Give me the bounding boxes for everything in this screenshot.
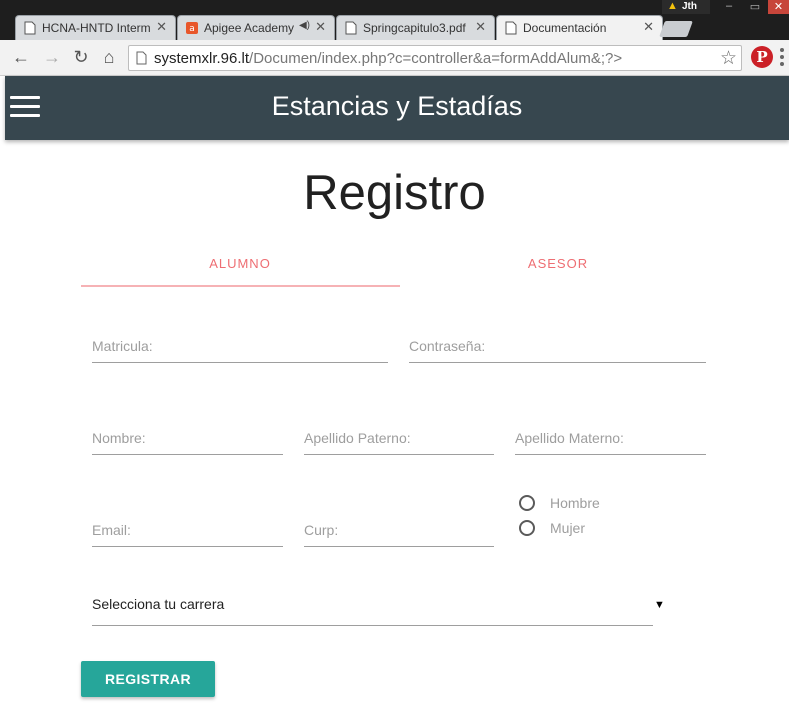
page-title: Registro bbox=[303, 166, 486, 220]
close-tab-icon[interactable]: ✕ bbox=[315, 19, 326, 35]
browser-toolbar: ← → ↻ ⌂ systemxlr.96.lt/Documen/index.ph… bbox=[0, 40, 789, 76]
nombre-field[interactable] bbox=[92, 423, 283, 455]
nombre-input[interactable] bbox=[92, 423, 283, 453]
matricula-input[interactable] bbox=[92, 331, 388, 361]
svg-text:a: a bbox=[189, 24, 195, 34]
career-select-value: Selecciona tu carrera bbox=[92, 596, 225, 612]
bookmark-star-icon[interactable]: ☆ bbox=[720, 47, 737, 70]
curp-field[interactable] bbox=[304, 515, 494, 547]
close-tab-icon[interactable]: ✕ bbox=[475, 19, 486, 35]
browser-tab[interactable]: HCNA-HNTD Interm ✕ bbox=[15, 15, 176, 40]
dropdown-caret-icon[interactable]: ▼ bbox=[654, 599, 665, 611]
apellido-materno-input[interactable] bbox=[515, 423, 706, 453]
apigee-logo-icon: a bbox=[186, 22, 198, 34]
browser-tab-title: Documentación bbox=[523, 21, 607, 35]
browser-menu-icon[interactable] bbox=[780, 48, 784, 66]
page-icon bbox=[24, 21, 36, 35]
registrar-button[interactable]: REGISTRAR bbox=[81, 661, 215, 697]
warning-icon: ▲ bbox=[667, 0, 678, 12]
radio-circle[interactable] bbox=[519, 495, 535, 511]
profile-badge[interactable]: ▲ Jth bbox=[662, 0, 710, 14]
close-tab-icon[interactable]: ✕ bbox=[643, 19, 654, 35]
url-path: /Documen/index.php?c=controller&a=formAd… bbox=[249, 50, 623, 67]
window-close-icon[interactable]: ✕ bbox=[768, 0, 789, 14]
curp-input[interactable] bbox=[304, 515, 494, 545]
browser-tab[interactable]: Springcapitulo3.pdf ✕ bbox=[336, 15, 495, 40]
radio-label: Mujer bbox=[550, 520, 586, 536]
profile-name: Jth bbox=[682, 1, 697, 12]
radio-label: Hombre bbox=[550, 495, 600, 511]
career-select[interactable]: Selecciona tu carrera bbox=[92, 588, 653, 626]
browser-tab-strip: HCNA-HNTD Interm ✕ a Apigee Academy ◀) ✕… bbox=[0, 0, 789, 41]
reload-icon[interactable]: ↻ bbox=[70, 47, 92, 67]
tab-alumno[interactable]: ALUMNO bbox=[81, 240, 399, 286]
maximize-icon[interactable]: ▭ bbox=[743, 0, 767, 14]
matricula-field[interactable] bbox=[92, 331, 388, 363]
forward-arrow-icon[interactable]: → bbox=[41, 47, 63, 67]
apellido-materno-field[interactable] bbox=[515, 423, 706, 455]
radio-circle[interactable] bbox=[519, 520, 535, 536]
email-field[interactable] bbox=[92, 515, 283, 547]
home-icon[interactable]: ⌂ bbox=[98, 47, 120, 67]
browser-tab-title: Apigee Academy bbox=[204, 21, 295, 35]
email-input[interactable] bbox=[92, 515, 283, 545]
speaker-icon[interactable]: ◀) bbox=[299, 20, 310, 31]
browser-tab[interactable]: a Apigee Academy ◀) ✕ bbox=[177, 15, 335, 40]
apellido-paterno-input[interactable] bbox=[304, 423, 494, 453]
page-icon bbox=[345, 21, 357, 35]
minimize-icon[interactable]: – bbox=[716, 0, 742, 14]
back-arrow-icon[interactable]: ← bbox=[10, 47, 32, 67]
tab-asesor[interactable]: ASESOR bbox=[399, 240, 717, 286]
browser-tab-title: HCNA-HNTD Interm bbox=[42, 21, 151, 35]
address-bar[interactable]: systemxlr.96.lt/Documen/index.php?c=cont… bbox=[128, 45, 742, 71]
apellido-paterno-field[interactable] bbox=[304, 423, 494, 455]
close-tab-icon[interactable]: ✕ bbox=[156, 19, 167, 35]
browser-tab-active[interactable]: Documentación ✕ bbox=[496, 15, 663, 41]
password-field[interactable] bbox=[409, 331, 706, 363]
app-navbar: Estancias y Estadías bbox=[5, 76, 789, 140]
url-text[interactable]: systemxlr.96.lt/Documen/index.php?c=cont… bbox=[154, 50, 622, 67]
tab-indicator bbox=[81, 285, 400, 287]
password-input[interactable] bbox=[409, 331, 706, 361]
new-tab-button[interactable] bbox=[659, 21, 693, 37]
page-icon bbox=[505, 21, 517, 35]
form-tabs: ALUMNO ASESOR bbox=[81, 240, 717, 287]
pinterest-icon[interactable]: P bbox=[751, 46, 773, 68]
page-info-icon bbox=[136, 51, 147, 65]
browser-tab-title: Springcapitulo3.pdf bbox=[363, 21, 466, 35]
url-host: systemxlr.96.lt bbox=[154, 50, 250, 67]
brand-title[interactable]: Estancias y Estadías bbox=[5, 91, 789, 122]
